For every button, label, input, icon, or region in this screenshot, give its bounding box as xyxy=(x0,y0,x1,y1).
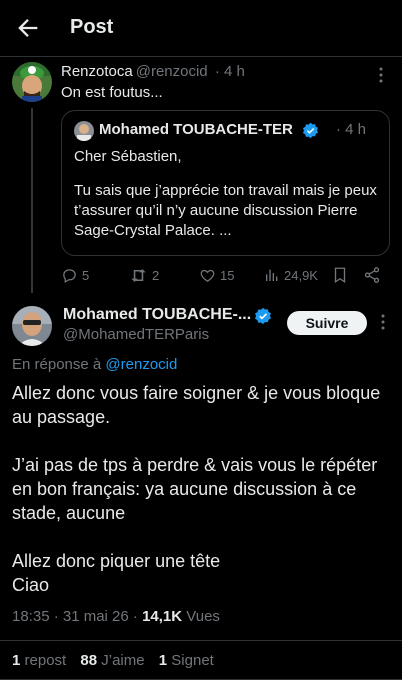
author-handle[interactable]: @renzocid xyxy=(136,63,208,80)
reply-to-link[interactable]: @renzocid xyxy=(105,356,177,373)
quoted-author-avatar xyxy=(74,121,94,141)
more-options-icon[interactable] xyxy=(377,66,385,84)
back-arrow-icon[interactable] xyxy=(14,14,42,42)
reply-prefix: En réponse à xyxy=(12,356,102,373)
bookmarks-count[interactable]: 1 xyxy=(159,652,167,669)
post-time[interactable]: · 4 h xyxy=(215,63,245,80)
reposts-label[interactable]: repost xyxy=(25,652,67,669)
repost-icon xyxy=(131,268,146,282)
bookmarks-label[interactable]: Signet xyxy=(171,652,214,669)
post-meta: 18:35 · 31 mai 26 · 14,1K Vues xyxy=(12,608,220,625)
quoted-post[interactable]: Mohamed TOUBACHE-TER · 4 h Cher Sébastie… xyxy=(61,110,390,256)
paragraph: J’ai pas de tps à perdre & vais vous le … xyxy=(12,455,378,523)
avatar-mohamed[interactable] xyxy=(12,306,52,346)
post-author[interactable]: Renzotoca @renzocid · 4 h xyxy=(61,63,245,80)
main-author-name[interactable]: Mohamed TOUBACHE-... xyxy=(63,306,251,324)
post-text: On est foutus... xyxy=(61,84,163,101)
reply-count: 5 xyxy=(82,267,90,283)
bookmark-icon[interactable] xyxy=(331,264,349,286)
like-button[interactable]: 15 xyxy=(199,264,234,286)
post-timestamp[interactable]: 18:35 · 31 mai 26 · xyxy=(12,608,138,625)
paragraph: Allez donc piquer une tête Ciao xyxy=(12,551,221,595)
follow-button[interactable]: Suivre xyxy=(287,311,367,335)
more-options-icon[interactable] xyxy=(379,313,387,331)
post-actions: 5 2 15 24,9K xyxy=(61,264,391,286)
views-count: 14,1K xyxy=(142,608,183,625)
verified-badge-icon xyxy=(303,122,318,139)
reply-button[interactable]: 5 xyxy=(61,264,89,286)
repost-count: 2 xyxy=(152,267,160,283)
stats-divider xyxy=(0,640,402,641)
likes-count[interactable]: 88 xyxy=(80,652,97,669)
avatar-renzotoca[interactable] xyxy=(12,62,52,102)
quoted-author-name: Mohamed TOUBACHE-TER xyxy=(99,121,293,138)
quoted-post-time: · 4 h xyxy=(336,121,367,138)
likes-label[interactable]: J’aime xyxy=(101,652,144,669)
views-count: 24,9K xyxy=(284,267,318,283)
top-bar: Post xyxy=(0,0,402,56)
header-divider xyxy=(0,56,402,57)
page-title: Post xyxy=(70,16,114,38)
quoted-body: Tu sais que j’apprécie ton travail mais … xyxy=(74,182,377,239)
analytics-icon xyxy=(266,269,278,281)
views-button[interactable]: 24,9K xyxy=(264,264,318,286)
main-author-handle[interactable]: @MohamedTERParis xyxy=(63,326,209,343)
quoted-post-text: Cher Sébastien, Tu sais que j’apprécie t… xyxy=(74,147,384,255)
heart-icon xyxy=(200,269,215,282)
repost-button[interactable]: 2 xyxy=(129,264,159,286)
reposts-count[interactable]: 1 xyxy=(12,652,20,669)
thread-line xyxy=(31,108,33,293)
reply-context: En réponse à @renzocid xyxy=(12,356,177,373)
verified-badge-icon xyxy=(255,307,271,325)
post-stats: 1 repost 88 J’aime 1 Signet xyxy=(12,652,214,669)
like-count: 15 xyxy=(220,267,235,283)
main-post-text: Allez donc vous faire soigner & je vous … xyxy=(12,381,392,621)
views-label: Vues xyxy=(186,608,220,625)
author-name[interactable]: Renzotoca xyxy=(61,63,133,80)
reply-icon xyxy=(63,268,76,283)
share-icon[interactable] xyxy=(363,264,381,286)
paragraph: Allez donc vous faire soigner & je vous … xyxy=(12,383,381,427)
quoted-greeting: Cher Sébastien, xyxy=(74,148,182,165)
